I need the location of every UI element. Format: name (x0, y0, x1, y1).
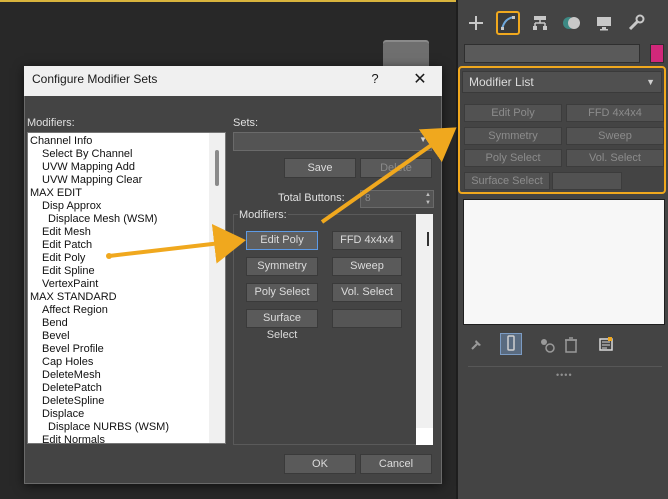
chevron-down-icon: ▼ (419, 135, 427, 144)
create-icon[interactable] (464, 11, 488, 35)
list-item[interactable]: UVW Mapping Clear (42, 174, 142, 187)
modifiers-group-label: Modifiers: (238, 209, 288, 221)
modifier-list-dropdown[interactable]: Modifier List ▼ (462, 71, 662, 93)
set-button-surface-select[interactable]: Surface Select (246, 309, 318, 341)
list-item[interactable]: Edit Spline (42, 265, 95, 278)
set-button-vol-select[interactable]: Vol. Select (332, 283, 402, 302)
modifiers-list-scroll-thumb[interactable] (215, 150, 219, 186)
list-item[interactable]: MAX STANDARD (30, 291, 117, 304)
close-icon[interactable]: ✕ (410, 70, 430, 90)
panel-button-ffd[interactable]: FFD 4x4x4 (566, 104, 664, 122)
list-item[interactable]: UVW Mapping Add (42, 161, 135, 174)
sets-label: Sets: (233, 117, 259, 129)
active-viewport-border (0, 0, 456, 2)
list-item[interactable]: Bevel Profile (42, 343, 104, 356)
set-button-poly-select[interactable]: Poly Select (246, 283, 318, 302)
pin-stack-icon[interactable] (468, 336, 486, 354)
button-grid-scrollbar[interactable] (416, 214, 433, 445)
object-name-input[interactable] (464, 44, 640, 63)
set-button-empty[interactable] (332, 309, 402, 328)
hierarchy-icon[interactable] (528, 11, 552, 35)
total-buttons-value: 8 (365, 193, 371, 204)
utilities-icon[interactable] (624, 11, 648, 35)
list-item[interactable]: Channel Info (30, 135, 92, 148)
list-item[interactable]: Edit Patch (42, 239, 92, 252)
panel-button-edit-poly[interactable]: Edit Poly (464, 104, 562, 122)
modifiers-list-label: Modifiers: (27, 117, 75, 129)
save-button[interactable]: Save (284, 158, 356, 178)
list-item[interactable]: Displace Mesh (WSM) (48, 213, 157, 226)
modifier-stack-list[interactable] (463, 199, 665, 325)
set-button-sweep[interactable]: Sweep (332, 257, 402, 276)
list-item[interactable]: Displace NURBS (WSM) (48, 421, 169, 434)
show-end-result-icon[interactable] (500, 333, 522, 355)
object-color-swatch[interactable] (650, 44, 664, 63)
list-item[interactable]: Affect Region (42, 304, 108, 317)
sets-combobox[interactable]: ▼ (233, 132, 432, 151)
remove-modifier-icon[interactable] (562, 336, 580, 354)
total-buttons-label: Total Buttons: (278, 192, 345, 204)
button-grid-scroll-track[interactable] (416, 428, 433, 445)
modifier-list-label: Modifier List (469, 75, 534, 89)
list-item[interactable]: MAX EDIT (30, 187, 82, 200)
set-button-ffd[interactable]: FFD 4x4x4 (332, 231, 402, 250)
modify-icon[interactable] (496, 11, 520, 35)
rollout-grip-icon[interactable]: •••• (556, 370, 573, 380)
make-unique-icon[interactable] (538, 336, 556, 354)
panel-button-sweep[interactable]: Sweep (566, 127, 664, 145)
display-icon[interactable] (592, 11, 616, 35)
list-item[interactable]: Cap Holes (42, 356, 93, 369)
motion-icon[interactable] (560, 11, 584, 35)
list-item[interactable]: VertexPaint (42, 278, 98, 291)
help-button[interactable]: ? (368, 70, 382, 88)
list-item[interactable]: DeleteMesh (42, 369, 101, 382)
chevron-down-icon: ▼ (646, 77, 655, 87)
panel-button-symmetry[interactable]: Symmetry (464, 127, 562, 145)
panel-button-empty[interactable] (552, 172, 622, 190)
list-item[interactable]: Displace (42, 408, 84, 421)
set-button-edit-poly[interactable]: Edit Poly (246, 231, 318, 250)
panel-button-poly-select[interactable]: Poly Select (464, 149, 562, 167)
list-item[interactable]: DeletePatch (42, 382, 102, 395)
cancel-button[interactable]: Cancel (360, 454, 432, 474)
delete-button[interactable]: Delete (360, 158, 432, 178)
panel-button-surface-select[interactable]: Surface Select (464, 172, 550, 190)
spinner-arrows-icon[interactable]: ▲ ▼ (425, 191, 431, 207)
panel-button-vol-select[interactable]: Vol. Select (566, 149, 664, 167)
button-grid-scroll-thumb[interactable] (427, 232, 429, 246)
dialog-title: Configure Modifier Sets (32, 72, 158, 86)
total-buttons-spinner[interactable]: 8 ▲ ▼ (360, 190, 434, 208)
modifiers-listbox[interactable]: Channel Info Select By Channel UVW Mappi… (27, 132, 226, 444)
list-item[interactable]: Edit Poly (42, 252, 85, 265)
list-item[interactable]: Disp Approx (42, 200, 101, 213)
list-item[interactable]: Select By Channel (42, 148, 133, 161)
list-item[interactable]: DeleteSpline (42, 395, 104, 408)
rollout-divider (468, 366, 662, 367)
list-item[interactable]: Bend (42, 317, 68, 330)
set-button-symmetry[interactable]: Symmetry (246, 257, 318, 276)
configure-modifier-sets-icon[interactable] (597, 336, 615, 354)
ok-button[interactable]: OK (284, 454, 356, 474)
list-item[interactable]: Bevel (42, 330, 70, 343)
list-item[interactable]: Edit Mesh (42, 226, 91, 239)
list-item[interactable]: Edit Normals (42, 434, 105, 443)
